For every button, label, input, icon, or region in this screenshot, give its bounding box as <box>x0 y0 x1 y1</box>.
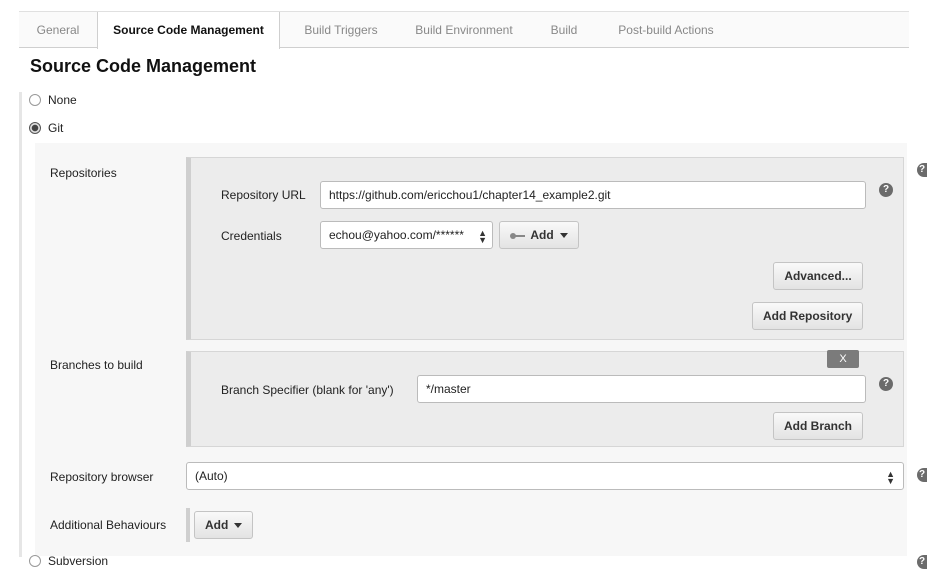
credentials-label: Credentials <box>221 229 282 243</box>
section-divider <box>19 92 22 557</box>
tab-post-build-actions[interactable]: Post-build Actions <box>603 12 729 48</box>
help-icon[interactable]: ? <box>917 163 927 177</box>
radio-git[interactable] <box>29 122 41 134</box>
branch-specifier-label: Branch Specifier (blank for 'any') <box>221 383 394 397</box>
repositories-label: Repositories <box>50 166 117 180</box>
select-arrows-icon: ▲ ▼ <box>886 469 895 486</box>
delete-branch-button[interactable]: X <box>827 350 859 368</box>
repository-browser-select[interactable]: (Auto) ▲ ▼ <box>186 462 904 490</box>
additional-behaviours-label: Additional Behaviours <box>50 518 167 532</box>
tab-general[interactable]: General <box>19 12 97 48</box>
additional-divider <box>186 508 190 542</box>
add-branch-button[interactable]: Add Branch <box>773 412 863 440</box>
tab-build[interactable]: Build <box>537 12 591 48</box>
help-icon[interactable]: ? <box>879 183 893 197</box>
radio-subversion[interactable] <box>29 555 41 567</box>
caret-down-icon <box>559 233 568 239</box>
radio-none-label: None <box>48 93 77 107</box>
tab-source-code-management[interactable]: Source Code Management <box>97 12 280 49</box>
section-title: Source Code Management <box>30 56 257 76</box>
repository-browser-value: (Auto) <box>195 469 228 483</box>
branches-label: Branches to build <box>50 358 143 372</box>
add-credentials-button[interactable]: Add <box>499 221 579 249</box>
scm-option-git[interactable]: Git <box>29 119 109 137</box>
branch-specifier-input[interactable]: */master <box>417 375 866 403</box>
add-behaviour-label: Add <box>205 518 229 532</box>
help-icon[interactable]: ? <box>917 555 927 569</box>
add-credentials-label: Add <box>530 228 554 242</box>
tab-build-environment[interactable]: Build Environment <box>399 12 529 48</box>
repository-url-input[interactable]: https://github.com/ericchou1/chapter14_e… <box>320 181 866 209</box>
advanced-button[interactable]: Advanced... <box>773 262 863 290</box>
scm-option-none[interactable]: None <box>29 91 109 109</box>
scm-option-subversion[interactable]: Subversion <box>29 552 149 570</box>
help-icon[interactable]: ? <box>917 468 927 482</box>
select-arrows-icon: ▲ ▼ <box>478 228 487 245</box>
radio-none[interactable] <box>29 94 41 106</box>
repository-browser-label: Repository browser <box>50 470 154 484</box>
config-tab-bar: General Source Code Management Build Tri… <box>19 11 909 49</box>
repository-url-label: Repository URL <box>221 188 306 202</box>
key-icon <box>510 232 526 239</box>
tab-build-triggers[interactable]: Build Triggers <box>289 12 393 48</box>
add-repository-button[interactable]: Add Repository <box>752 302 863 330</box>
credentials-value: echou@yahoo.com/****** <box>329 228 464 242</box>
add-behaviour-button[interactable]: Add <box>194 511 253 539</box>
radio-git-label: Git <box>48 121 64 135</box>
credentials-select[interactable]: echou@yahoo.com/****** ▲ ▼ <box>320 221 493 249</box>
help-icon[interactable]: ? <box>879 377 893 391</box>
radio-subversion-label: Subversion <box>48 554 109 568</box>
caret-down-icon <box>234 523 243 529</box>
